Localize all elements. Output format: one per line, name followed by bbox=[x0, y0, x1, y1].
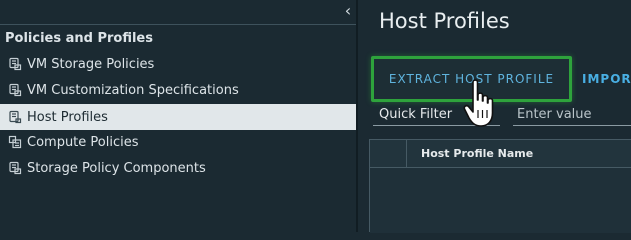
extract-host-profile-label: EXTRACT HOST PROFILE bbox=[388, 72, 555, 86]
column-header-host-profile-name[interactable]: Host Profile Name bbox=[421, 147, 533, 160]
storage-component-icon bbox=[7, 161, 22, 176]
storage-policy-icon bbox=[7, 57, 22, 72]
main-panel: Host Profiles EXTRACT HOST PROFILE IMPOR… bbox=[358, 0, 631, 233]
host-profiles-grid: Host Profile Name bbox=[369, 139, 631, 233]
sidebar-item-host-profiles[interactable]: Host Profiles bbox=[0, 104, 356, 130]
sidebar-item-compute-policies[interactable]: Compute Policies bbox=[0, 129, 356, 155]
sidebar-item-label: Host Profiles bbox=[27, 109, 108, 125]
sidebar-item-vm-storage-policies[interactable]: VM Storage Policies bbox=[0, 51, 356, 77]
sidebar-item-label: VM Storage Policies bbox=[27, 56, 155, 72]
customization-spec-icon bbox=[7, 83, 22, 98]
sidebar-item-vm-customization-specifications[interactable]: VM Customization Specifications bbox=[0, 77, 356, 103]
quick-filter-select[interactable]: Quick Filter bbox=[373, 104, 500, 126]
navigator-toolbar: ‹ bbox=[0, 0, 356, 25]
host-profile-icon bbox=[7, 110, 22, 125]
sidebar-item-label: VM Customization Specifications bbox=[27, 82, 239, 98]
navigator-panel: ‹ Policies and Profiles VM Storage Polic… bbox=[0, 0, 356, 232]
navigator-header: Policies and Profiles bbox=[5, 31, 153, 46]
chevron-left-icon[interactable]: ‹ bbox=[340, 2, 356, 20]
grid-select-column[interactable] bbox=[370, 140, 407, 168]
import-host-profile-button[interactable]: IMPORT HOST PROFILE bbox=[582, 72, 631, 88]
grid-header-row: Host Profile Name bbox=[370, 140, 631, 168]
compute-policy-icon bbox=[7, 135, 22, 150]
extract-host-profile-button[interactable]: EXTRACT HOST PROFILE bbox=[371, 56, 572, 102]
page-title: Host Profiles bbox=[379, 9, 510, 33]
sidebar-item-label: Compute Policies bbox=[27, 134, 139, 150]
sidebar-item-label: Storage Policy Components bbox=[27, 160, 206, 176]
sidebar-item-storage-policy-components[interactable]: Storage Policy Components bbox=[0, 155, 356, 181]
grid-body bbox=[370, 168, 631, 233]
filter-value-input[interactable] bbox=[513, 104, 631, 126]
